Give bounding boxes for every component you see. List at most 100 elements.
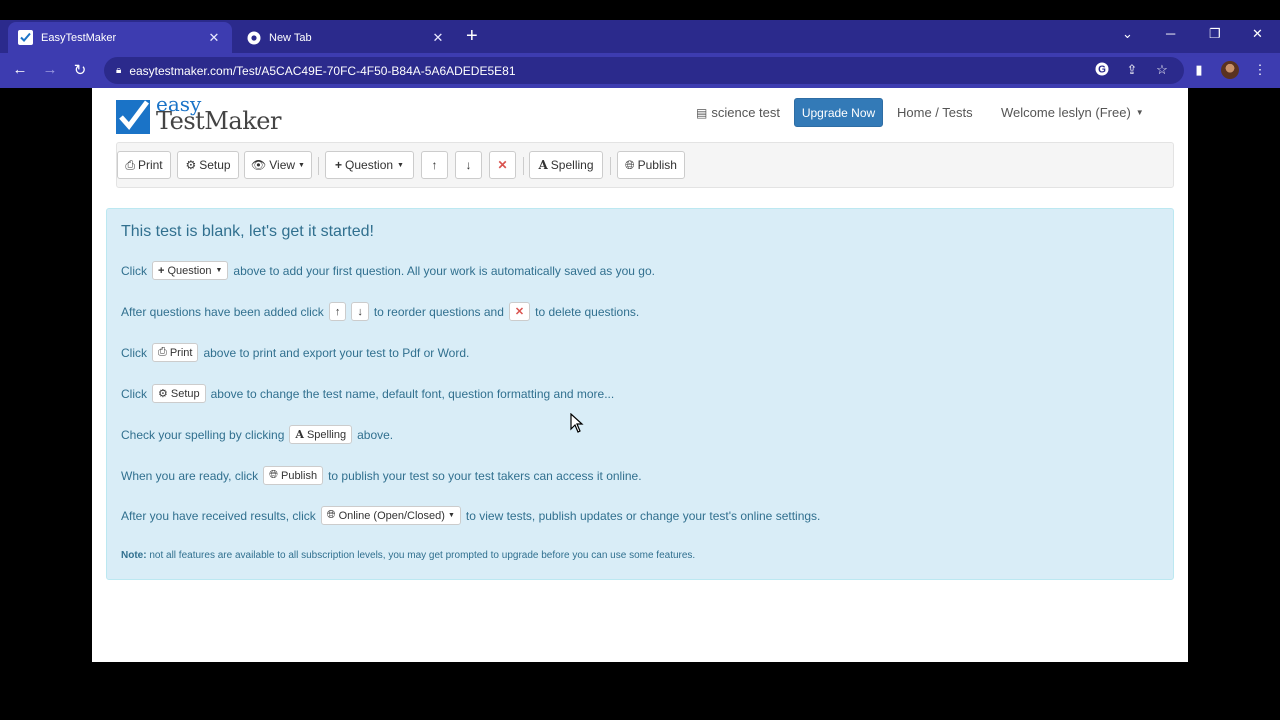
forward-arrow-icon[interactable]: → — [40, 61, 60, 78]
welcome-user-menu[interactable]: Welcome leslyn (Free) ▼ — [1001, 105, 1144, 120]
globe-icon: 🌐︎ — [269, 469, 278, 481]
instruction-line: When you are ready, click 🌐︎ Publish to … — [121, 466, 642, 485]
print-button[interactable]: ⎙ Print — [117, 151, 171, 179]
instruction-text: Click — [121, 386, 147, 401]
caret-down-icon: ▼ — [397, 161, 404, 169]
google-icon[interactable]: G — [1093, 62, 1111, 79]
divider — [523, 157, 524, 175]
restore-icon[interactable]: ❐ — [1209, 26, 1221, 42]
delete-x-icon: ✕ — [497, 158, 508, 172]
plus-icon: + — [158, 264, 165, 277]
minimize-icon[interactable]: ─ — [1166, 26, 1175, 41]
spelling-label: Spelling — [550, 158, 594, 172]
print-icon: ⎙ — [158, 346, 167, 358]
instruction-text: above. — [357, 427, 394, 442]
inline-publish-label: Publish — [280, 469, 318, 482]
instruction-text: to view tests, publish updates or change… — [465, 508, 821, 523]
inline-publish-button: 🌐︎ Publish — [263, 466, 324, 485]
window-close-icon[interactable]: ✕ — [1252, 26, 1263, 42]
inline-online-status-button: 🌐︎ Online (Open/Closed) ▼ — [320, 506, 461, 525]
alert-title: This test is blank, let's get it started… — [121, 223, 374, 240]
eye-icon: 👁︎ — [251, 158, 267, 172]
question-dropdown-button[interactable]: + Question ▼ — [325, 151, 414, 179]
publish-label: Publish — [637, 158, 677, 172]
current-test-label: science test — [711, 105, 780, 120]
question-label: Question — [345, 158, 394, 172]
delete-question-button[interactable]: ✕ — [489, 151, 516, 179]
globe-icon: 🌐︎ — [625, 157, 635, 172]
easytestmaker-favicon-icon — [18, 30, 33, 45]
inline-question-button: + Question ▼ — [152, 261, 229, 280]
move-up-button[interactable]: ↑ — [421, 151, 448, 179]
subscription-note: Note: not all features are available to … — [121, 550, 695, 561]
setup-label: Setup — [199, 158, 231, 172]
instruction-text: above to change the test name, default f… — [210, 386, 615, 401]
tab-easytestmaker[interactable]: EasyTestMaker ✕ — [8, 22, 232, 53]
tab-search-chevron-icon[interactable]: ⌄ — [1122, 26, 1133, 42]
caret-down-icon: ▼ — [1135, 108, 1144, 117]
easytestmaker-logo[interactable]: easy TestMaker — [116, 92, 296, 136]
inline-print-label: Print — [169, 346, 193, 359]
gear-icon: ⚙ — [158, 388, 168, 400]
inline-online-label: Online (Open/Closed) — [338, 509, 445, 522]
view-dropdown-button[interactable]: 👁︎ View ▼ — [244, 151, 312, 179]
tab-label: EasyTestMaker — [41, 31, 117, 44]
caret-down-icon: ▼ — [215, 267, 223, 274]
lock-icon: 🔒︎ — [116, 65, 122, 76]
inline-down-button: ↓ — [351, 302, 369, 321]
current-test-link[interactable]: ▤ science test — [696, 105, 780, 120]
menu-kebab-icon[interactable]: ⋮ — [1251, 62, 1269, 78]
spelling-a-icon: A — [295, 428, 304, 441]
blank-test-alert: This test is blank, let's get it started… — [106, 208, 1174, 580]
instruction-text: above to print and export your test to P… — [203, 345, 470, 360]
instruction-line: After you have received results, click 🌐… — [121, 506, 820, 525]
side-panel-icon[interactable]: ▮ — [1190, 62, 1208, 78]
plus-icon: + — [335, 158, 343, 172]
instruction-line: Click + Question ▼ above to add your fir… — [121, 261, 655, 280]
document-icon: ▤ — [696, 105, 708, 120]
browser-toolbar: ← → ↻ 🔒︎ easytestmaker.com/Test/A5CAC49E… — [0, 53, 1280, 88]
bottom-bar — [0, 698, 1280, 720]
print-icon: ⎙ — [125, 157, 135, 172]
instruction-text: After you have received results, click — [121, 508, 316, 523]
print-label: Print — [137, 158, 163, 172]
page-content: easy TestMaker ▤ science test Upgrade No… — [92, 88, 1188, 662]
divider — [610, 157, 611, 175]
publish-button[interactable]: 🌐︎ Publish — [617, 151, 685, 179]
instruction-text: to publish your test so your test takers… — [328, 468, 642, 483]
note-text: not all features are available to all su… — [149, 550, 696, 561]
welcome-label: Welcome leslyn (Free) — [1001, 105, 1131, 120]
setup-button[interactable]: ⚙ Setup — [177, 151, 239, 179]
svg-text:G: G — [1098, 65, 1106, 76]
upgrade-now-button[interactable]: Upgrade Now — [794, 98, 883, 127]
instruction-text: When you are ready, click — [121, 468, 259, 483]
chrome-icon — [246, 30, 261, 45]
address-bar[interactable]: 🔒︎ easytestmaker.com/Test/A5CAC49E-70FC-… — [104, 57, 1184, 84]
note-label: Note: — [121, 550, 147, 561]
arrow-up-icon: ↑ — [334, 305, 341, 318]
gear-icon: ⚙ — [185, 158, 197, 172]
inline-spelling-button: A Spelling — [289, 425, 353, 444]
url-text: easytestmaker.com/Test/A5CAC49E-70FC-4F5… — [129, 63, 516, 78]
reload-icon[interactable]: ↻ — [70, 61, 90, 79]
share-icon[interactable]: ⇪ — [1123, 62, 1141, 78]
bookmark-star-icon[interactable]: ☆ — [1153, 62, 1171, 78]
tab-close-icon[interactable]: ✕ — [430, 30, 446, 46]
inline-up-button: ↑ — [328, 302, 347, 321]
move-down-button[interactable]: ↓ — [455, 151, 482, 179]
logo-check-icon — [116, 100, 150, 134]
tab-label: New Tab — [269, 31, 312, 44]
tab-new-tab[interactable]: New Tab ✕ — [236, 22, 456, 53]
home-tests-link[interactable]: Home / Tests — [897, 105, 973, 120]
new-tab-plus-icon[interactable]: + — [466, 26, 478, 46]
globe-icon: 🌐︎ — [326, 509, 336, 521]
back-arrow-icon[interactable]: ← — [10, 61, 30, 78]
caret-down-icon: ▼ — [298, 161, 305, 169]
instruction-line: Click ⚙ Setup above to change the test n… — [121, 384, 614, 403]
profile-avatar[interactable] — [1221, 61, 1239, 79]
tab-close-icon[interactable]: ✕ — [206, 30, 222, 46]
spelling-button[interactable]: A Spelling — [529, 151, 603, 179]
instruction-text: to delete questions. — [535, 304, 640, 319]
arrow-up-icon: ↑ — [431, 158, 438, 172]
instruction-text: Click — [121, 263, 147, 278]
